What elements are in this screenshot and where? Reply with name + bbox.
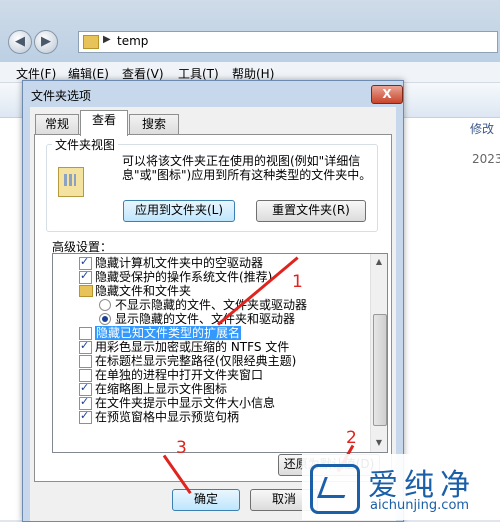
tab-search[interactable]: 搜索 <box>129 114 179 135</box>
list-item[interactable]: 在单独的进程中打开文件夹窗口 <box>79 368 263 382</box>
list-item-label: 隐藏计算机文件夹中的空驱动器 <box>95 256 264 270</box>
list-item[interactable]: 用彩色显示加密或压缩的 NTFS 文件 <box>79 339 290 354</box>
list-item[interactable]: 不显示隐藏的文件、文件夹或驱动器 <box>99 298 307 312</box>
list-item-label: 在文件夹提示中显示文件大小信息 <box>95 396 276 410</box>
watermark: 爱纯净 aichunjing.com <box>302 454 500 520</box>
scroll-thumb[interactable] <box>373 314 387 426</box>
checkbox[interactable] <box>79 355 92 368</box>
list-item-label: 在标题栏显示完整路径(仅限经典主题) <box>95 354 297 368</box>
list-item-label: 在缩略图上显示文件图标 <box>95 382 228 396</box>
radio-button[interactable] <box>99 313 111 325</box>
apply-to-folders-button[interactable]: 应用到文件夹(L) <box>123 200 235 222</box>
list-item[interactable]: 在缩略图上显示文件图标 <box>79 381 228 396</box>
folder-icon <box>79 285 93 297</box>
list-item-label: 隐藏受保护的操作系统文件(推荐) <box>95 270 273 284</box>
folder-view-icon <box>58 167 84 197</box>
scroll-down-icon[interactable]: ▼ <box>372 436 386 450</box>
folder-views-description: 可以将该文件夹正在使用的视图(例如"详细信息"或"图标")应用到所有这种类型的文… <box>122 154 372 182</box>
annotation-number-2: 2 <box>346 428 357 448</box>
list-item-label: 不显示隐藏的文件、文件夹或驱动器 <box>115 298 308 312</box>
list-item[interactable]: 隐藏计算机文件夹中的空驱动器 <box>79 255 264 270</box>
list-item-label: 用彩色显示加密或压缩的 NTFS 文件 <box>95 340 290 354</box>
folder-views-label: 文件夹视图 <box>52 136 119 153</box>
folder-icon <box>83 35 99 49</box>
list-item[interactable]: 在文件夹提示中显示文件大小信息 <box>79 395 276 410</box>
address-path: temp <box>117 34 149 48</box>
reset-folders-button[interactable]: 重置文件夹(R) <box>256 200 366 222</box>
list-item[interactable]: 在预览窗格中显示预览句柄 <box>79 409 240 424</box>
list-item[interactable]: 在标题栏显示完整路径(仅限经典主题) <box>79 354 296 368</box>
radio-button[interactable] <box>99 299 111 311</box>
list-item-label: 隐藏文件和文件夹 <box>95 284 192 298</box>
watermark-url: aichunjing.com <box>370 498 470 513</box>
breadcrumb-arrow-icon[interactable]: ▶ <box>103 34 111 45</box>
close-button[interactable]: X <box>371 85 403 104</box>
watermark-logo-icon <box>310 464 360 514</box>
advanced-settings-list[interactable]: 隐藏计算机文件夹中的空驱动器 隐藏受保护的操作系统文件(推荐) 隐藏文件和文件夹… <box>52 253 388 453</box>
list-item[interactable]: 显示隐藏的文件、文件夹和驱动器 <box>99 312 295 326</box>
annotation-number-3: 3 <box>176 438 187 458</box>
back-button[interactable]: ◀ <box>8 30 32 54</box>
checkbox[interactable] <box>79 409 92 424</box>
annotation-number-1: 1 <box>292 272 303 292</box>
list-item-label: 隐藏已知文件类型的扩展名 <box>95 326 242 340</box>
checkbox[interactable] <box>79 339 92 354</box>
list-item-label: 在单独的进程中打开文件夹窗口 <box>95 368 264 382</box>
tab-view[interactable]: 查看 <box>80 110 128 136</box>
list-item-label: 显示隐藏的文件、文件夹和驱动器 <box>115 312 296 326</box>
list-item-selected[interactable]: 隐藏已知文件类型的扩展名 <box>79 326 242 340</box>
list-item-label: 在预览窗格中显示预览句柄 <box>95 410 240 424</box>
list-item[interactable]: 隐藏受保护的操作系统文件(推荐) <box>79 269 273 284</box>
column-value-date: 2023 <box>472 152 500 166</box>
column-header-modified[interactable]: 修改 <box>470 120 494 137</box>
forward-button[interactable]: ▶ <box>34 30 58 54</box>
tab-general[interactable]: 常规 <box>35 114 79 135</box>
address-bar[interactable]: ▶ temp <box>78 31 498 53</box>
checkbox[interactable] <box>79 269 92 284</box>
dialog-title: 文件夹选项 <box>31 89 92 103</box>
scroll-up-icon[interactable]: ▲ <box>372 255 386 269</box>
ok-button[interactable]: 确定 <box>172 489 240 511</box>
list-scrollbar[interactable]: ▲ ▼ <box>370 254 387 452</box>
list-item: 隐藏文件和文件夹 <box>79 284 191 298</box>
